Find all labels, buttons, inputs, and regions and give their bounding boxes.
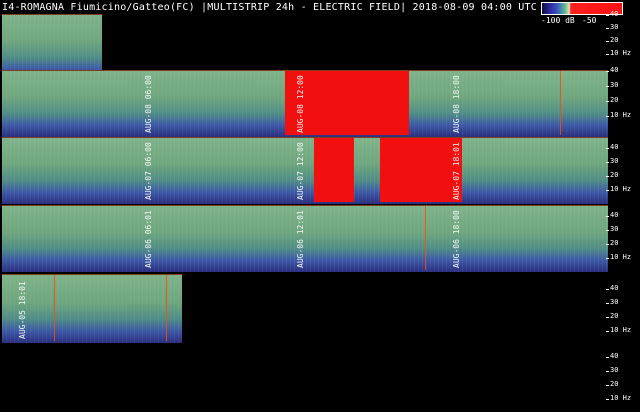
frequency-axis-4: 40 30 20 10 Hz — [605, 276, 640, 342]
strip-background — [2, 275, 182, 343]
frequency-axis-2: 40 30 20 10 Hz — [605, 135, 640, 201]
spectrogram-strip-3: AUG-06 06:01 AUG-06 12:01 AUG-06 18:00 — [2, 205, 608, 272]
axis-tick: 20 — [605, 239, 619, 247]
time-label: AUG-07 18:01 — [452, 142, 461, 200]
marker-line — [560, 71, 561, 135]
time-label: AUG-06 18:00 — [452, 210, 461, 268]
frequency-axis-0: 40 30 20 10 Hz — [605, 10, 640, 70]
axis-tick: 30 — [605, 298, 619, 306]
spectrogram-strip-2: AUG-07 06:00 AUG-07 12:00 AUG-07 18:01 — [2, 137, 608, 204]
red-saturation-block — [380, 138, 462, 202]
axis-tick: 40 — [605, 284, 619, 292]
strip-background — [2, 138, 608, 204]
frequency-axis-5: 40 30 20 10 Hz — [605, 344, 640, 410]
axis-tick: 30 — [605, 23, 619, 31]
axis-tick: 40 — [605, 66, 619, 74]
page-title: I4-ROMAGNA Fiumicino/Gatteo(FC) |MULTIST… — [2, 2, 606, 13]
axis-tick: 10 Hz — [605, 49, 632, 57]
axis-tick: 10 Hz — [605, 326, 632, 334]
axis-tick: 40 — [605, 143, 619, 151]
time-label: AUG-06 06:01 — [144, 210, 153, 268]
axis-tick: 10 Hz — [605, 394, 632, 402]
axis-tick: 40 — [605, 352, 619, 360]
axis-tick: 20 — [605, 312, 619, 320]
marker-line — [166, 275, 167, 341]
marker-line — [425, 206, 426, 270]
axis-tick: 40 — [605, 211, 619, 219]
colorbar-min-label: -100 dB — [541, 16, 575, 25]
red-saturation-block — [314, 138, 354, 202]
axis-tick: 10 Hz — [605, 185, 632, 193]
axis-tick: 40 — [605, 10, 619, 18]
frequency-axis-1: 40 30 20 10 Hz — [605, 66, 640, 132]
time-label: AUG-07 12:00 — [296, 142, 305, 200]
colorbar-mid-label: -50 — [582, 16, 597, 25]
axis-tick: 20 — [605, 380, 619, 388]
time-label: AUG-08 12:00 — [296, 75, 305, 133]
time-label: AUG-08 06:00 — [144, 75, 153, 133]
strip-background — [2, 206, 608, 272]
time-label: AUG-06 12:01 — [296, 210, 305, 268]
spectrogram-strip-1: AUG-08 06:00 AUG-08 12:00 AUG-08 18:00 — [2, 70, 608, 137]
axis-tick: 10 Hz — [605, 253, 632, 261]
frequency-axis-3: 40 30 20 10 Hz — [605, 203, 640, 269]
axis-tick: 20 — [605, 36, 619, 44]
axis-tick: 30 — [605, 81, 619, 89]
time-label: AUG-05 18:01 — [18, 281, 27, 339]
axis-tick: 20 — [605, 171, 619, 179]
axis-tick: 30 — [605, 225, 619, 233]
spectrogram-window: I4-ROMAGNA Fiumicino/Gatteo(FC) |MULTIST… — [0, 0, 640, 412]
axis-tick: 10 Hz — [605, 111, 632, 119]
time-label: AUG-08 18:00 — [452, 75, 461, 133]
marker-line — [54, 275, 55, 341]
axis-tick: 30 — [605, 366, 619, 374]
spectrogram-strip-4: AUG-05 18:01 — [2, 274, 182, 343]
axis-tick: 20 — [605, 96, 619, 104]
time-label: AUG-07 06:00 — [144, 142, 153, 200]
axis-tick: 30 — [605, 157, 619, 165]
